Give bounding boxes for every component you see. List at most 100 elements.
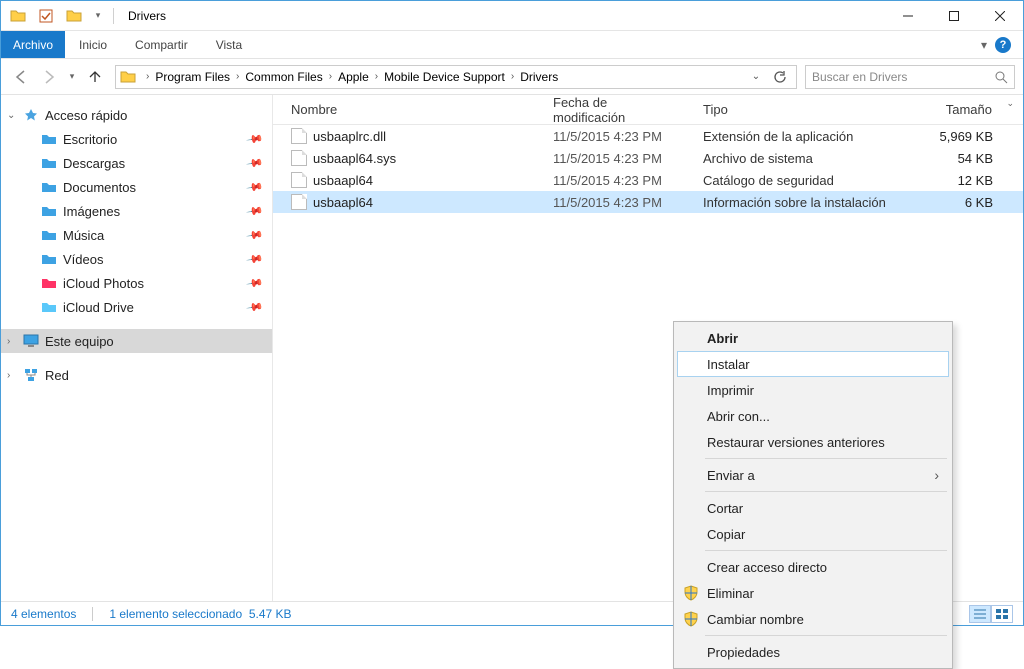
file-row[interactable]: usbaapl64.sys 11/5/2015 4:23 PM Archivo … <box>273 147 1023 169</box>
chevron-right-icon[interactable]: › <box>230 71 245 82</box>
menu-item[interactable]: Cambiar nombre <box>677 606 949 632</box>
menu-item[interactable]: Eliminar <box>677 580 949 606</box>
menu-item[interactable]: Imprimir <box>677 377 949 403</box>
window-title: Drivers <box>128 9 166 23</box>
file-type: Información sobre la instalación <box>693 195 913 210</box>
menu-item[interactable]: Crear acceso directo <box>677 554 949 580</box>
sidebar-item[interactable]: Imágenes📌 <box>1 199 272 223</box>
nav-up-button[interactable] <box>83 65 107 89</box>
sidebar-item-label: iCloud Photos <box>63 276 144 291</box>
breadcrumb[interactable]: › Program Files › Common Files › Apple ›… <box>115 65 797 89</box>
close-button[interactable] <box>977 1 1023 31</box>
separator <box>92 607 93 621</box>
sidebar-item[interactable]: Vídeos📌 <box>1 247 272 271</box>
column-name[interactable]: Nombre <box>273 102 543 117</box>
status-selection: 1 elemento seleccionado 5.47 KB <box>109 607 291 621</box>
sidebar-item[interactable]: Escritorio📌 <box>1 127 272 151</box>
menu-item[interactable]: Abrir con... <box>677 403 949 429</box>
breadcrumb-item[interactable]: Drivers <box>520 70 558 84</box>
breadcrumb-item[interactable]: Common Files <box>245 70 322 84</box>
chevron-right-icon[interactable]: › <box>505 71 520 82</box>
file-row[interactable]: usbaapl64 11/5/2015 4:23 PM Catálogo de … <box>273 169 1023 191</box>
sidebar-item[interactable]: Música📌 <box>1 223 272 247</box>
file-name: usbaaplrc.dll <box>313 129 386 144</box>
file-icon <box>291 194 307 210</box>
file-row[interactable]: usbaaplrc.dll 11/5/2015 4:23 PM Extensió… <box>273 125 1023 147</box>
network-icon <box>23 367 39 383</box>
menu-separator <box>705 635 947 636</box>
column-date[interactable]: Fecha de modificación <box>543 95 693 125</box>
folder-icon <box>41 155 57 171</box>
tab-view[interactable]: Vista <box>202 31 256 58</box>
file-row[interactable]: usbaapl64 11/5/2015 4:23 PM Información … <box>273 191 1023 213</box>
folder-icon <box>41 179 57 195</box>
sidebar-item-label: Vídeos <box>63 252 103 267</box>
status-count: 4 elementos <box>11 607 76 621</box>
separator <box>113 8 114 24</box>
sidebar-item-label: Documentos <box>63 180 136 195</box>
tab-share[interactable]: Compartir <box>121 31 202 58</box>
menu-item[interactable]: Abrir <box>677 325 949 351</box>
sidebar-item-label: Música <box>63 228 104 243</box>
chevron-right-icon[interactable]: › <box>140 71 155 82</box>
menu-item-label: Copiar <box>707 527 745 542</box>
sidebar-item[interactable]: iCloud Drive📌 <box>1 295 272 319</box>
column-size[interactable]: Tamaño⌄ <box>913 102 1023 117</box>
menu-item-label: Propiedades <box>707 645 780 660</box>
sidebar-this-pc[interactable]: › Este equipo <box>1 329 272 353</box>
shield-icon <box>683 611 699 627</box>
breadcrumb-dropdown[interactable]: ⌄ <box>744 65 768 89</box>
file-date: 11/5/2015 4:23 PM <box>543 173 693 188</box>
menu-separator <box>705 550 947 551</box>
breadcrumb-item[interactable]: Mobile Device Support <box>384 70 505 84</box>
menu-item[interactable]: Cortar <box>677 495 949 521</box>
nav-toolbar: ▾ › Program Files › Common Files › Apple… <box>1 59 1023 95</box>
chevron-right-icon[interactable]: › <box>369 71 384 82</box>
tab-file[interactable]: Archivo <box>1 31 65 58</box>
chevron-right-icon[interactable]: › <box>323 71 338 82</box>
help-icon[interactable]: ? <box>995 37 1011 53</box>
menu-item[interactable]: Restaurar versiones anteriores <box>677 429 949 455</box>
breadcrumb-item[interactable]: Program Files <box>155 70 230 84</box>
menu-separator <box>705 458 947 459</box>
monitor-icon <box>23 333 39 349</box>
column-type[interactable]: Tipo <box>693 102 913 117</box>
sidebar-item[interactable]: iCloud Photos📌 <box>1 271 272 295</box>
sidebar-network[interactable]: › Red <box>1 363 272 387</box>
view-details-button[interactable] <box>969 605 991 623</box>
menu-item[interactable]: Instalar <box>677 351 949 377</box>
folder-icon <box>41 131 57 147</box>
chevron-right-icon[interactable]: › <box>7 336 10 347</box>
ribbon-expand-icon[interactable]: ▾ <box>981 38 987 52</box>
star-icon <box>23 107 39 123</box>
chevron-down-icon[interactable]: ⌄ <box>7 110 15 121</box>
folder-icon <box>41 299 57 315</box>
sidebar-item-label: iCloud Drive <box>63 300 134 315</box>
chevron-right-icon[interactable]: › <box>7 370 10 381</box>
qat-properties-icon[interactable] <box>35 9 57 23</box>
folder-icon <box>120 69 136 85</box>
refresh-icon[interactable] <box>768 65 792 89</box>
folder-icon <box>7 8 29 24</box>
search-input[interactable]: Buscar en Drivers <box>805 65 1015 89</box>
sidebar-item[interactable]: Descargas📌 <box>1 151 272 175</box>
maximize-button[interactable] <box>931 1 977 31</box>
menu-item[interactable]: Enviar a› <box>677 462 949 488</box>
minimize-button[interactable] <box>885 1 931 31</box>
menu-item[interactable]: Propiedades <box>677 639 949 665</box>
nav-forward-button[interactable] <box>37 65 61 89</box>
search-icon[interactable] <box>994 70 1008 84</box>
folder-icon <box>63 8 85 24</box>
qat-dropdown-icon[interactable]: ▾ <box>91 10 105 21</box>
nav-history-dropdown[interactable]: ▾ <box>65 65 79 89</box>
menu-item[interactable]: Copiar <box>677 521 949 547</box>
nav-back-button[interactable] <box>9 65 33 89</box>
view-icons-button[interactable] <box>991 605 1013 623</box>
menu-item-label: Imprimir <box>707 383 754 398</box>
menu-item-label: Enviar a <box>707 468 755 483</box>
tab-home[interactable]: Inicio <box>65 31 121 58</box>
breadcrumb-item[interactable]: Apple <box>338 70 369 84</box>
sidebar-item[interactable]: Documentos📌 <box>1 175 272 199</box>
sidebar-quick-access[interactable]: ⌄ Acceso rápido <box>1 103 272 127</box>
title-bar: ▾ Drivers <box>1 1 1023 31</box>
